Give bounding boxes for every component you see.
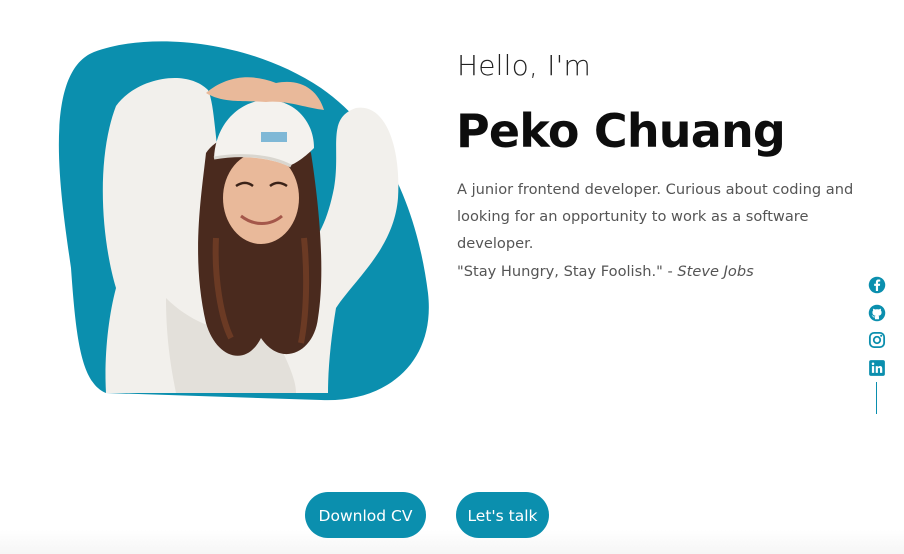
social-divider-line <box>876 382 877 414</box>
intro-description: A junior frontend developer. Curious abo… <box>457 181 854 252</box>
github-icon <box>868 304 886 321</box>
greeting-text: Hello, I'm <box>457 49 592 82</box>
instagram-link[interactable] <box>866 331 888 353</box>
linkedin-link[interactable] <box>866 359 888 381</box>
facebook-icon <box>868 276 886 294</box>
instagram-icon <box>868 331 886 349</box>
quote-text: "Stay Hungry, Stay Foolish." - <box>457 263 678 280</box>
facebook-link[interactable] <box>866 276 888 298</box>
home-section: Hello, I'm Peko Chuang A junior frontend… <box>0 0 904 554</box>
profile-photo <box>58 41 429 401</box>
quote-author: Steve Jobs <box>677 263 754 280</box>
github-link[interactable] <box>866 304 888 326</box>
download-cv-button[interactable]: Downlod CV <box>305 492 426 538</box>
linkedin-icon <box>869 359 885 376</box>
page-title: Peko Chuang <box>456 104 786 158</box>
quote-line: "Stay Hungry, Stay Foolish." - Steve Job… <box>457 258 754 285</box>
lets-talk-button[interactable]: Let's talk <box>456 492 549 538</box>
social-links <box>866 274 888 414</box>
